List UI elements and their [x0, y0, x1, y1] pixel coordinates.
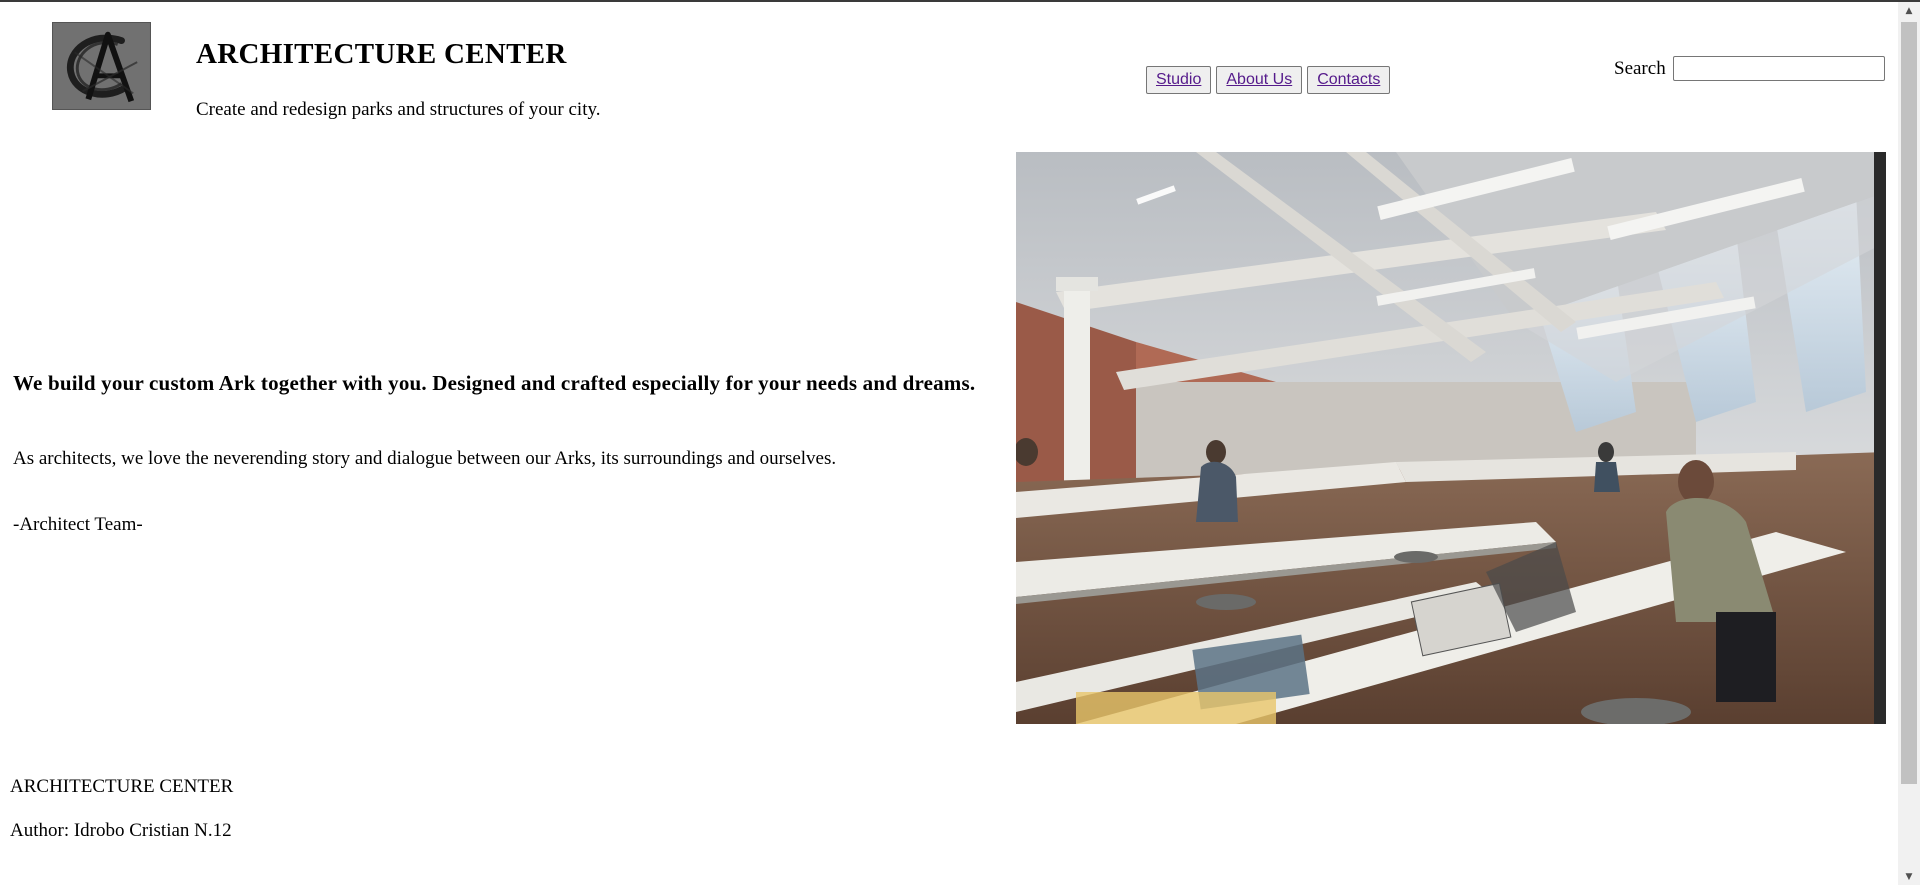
search-label: Search — [1614, 58, 1666, 79]
architecture-studio-photo-icon — [1016, 152, 1886, 724]
footer-title: ARCHITECTURE CENTER — [10, 776, 234, 797]
architecture-center-logo-icon — [52, 22, 151, 110]
main-headline: We build your custom Ark together with y… — [13, 371, 976, 395]
nav-about-us-button[interactable]: About Us — [1216, 66, 1303, 94]
main-nav: Studio About Us Contacts — [1146, 66, 1391, 94]
site-tagline: Create and redesign parks and structures… — [196, 99, 601, 120]
nav-contacts-button[interactable]: Contacts — [1307, 66, 1391, 94]
nav-studio-button[interactable]: Studio — [1146, 66, 1212, 94]
footer-author: Author: Idrobo Cristian N.12 — [10, 820, 232, 841]
scroll-up-arrow-icon[interactable]: ▲ — [1898, 2, 1920, 19]
scrollbar-thumb[interactable] — [1901, 22, 1917, 784]
scroll-down-arrow-icon[interactable]: ▼ — [1898, 868, 1920, 885]
intro-text: As architects, we love the neverending s… — [13, 448, 837, 469]
window-top-border — [0, 0, 1920, 2]
team-signature: -Architect Team- — [13, 514, 143, 535]
site-title: ARCHITECTURE CENTER — [196, 38, 567, 70]
page-scrollbar[interactable]: ▲ ▼ — [1898, 2, 1920, 885]
search-input[interactable] — [1673, 56, 1885, 81]
